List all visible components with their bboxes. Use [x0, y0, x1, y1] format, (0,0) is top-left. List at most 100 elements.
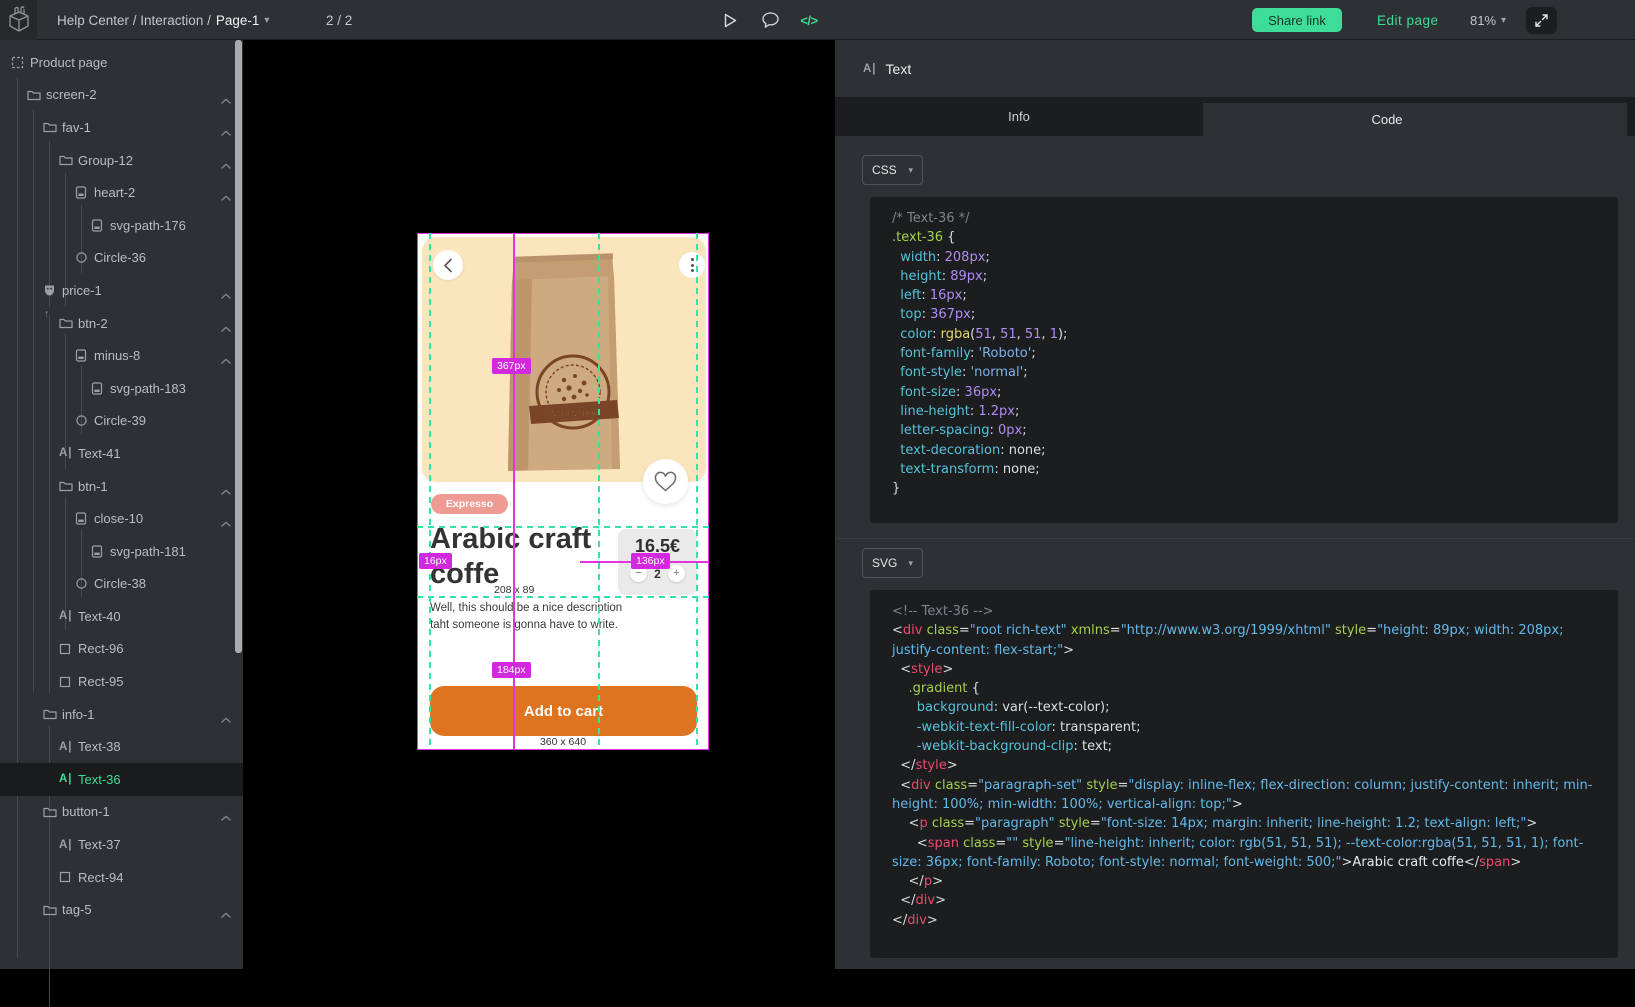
svgfile-icon [75, 512, 94, 525]
circle-icon [75, 414, 94, 427]
product-description-line1: Well, this should be a nice description [430, 600, 622, 617]
chevron-up-icon[interactable] [221, 711, 231, 726]
measure-badge-184: 184px [492, 662, 531, 678]
code-line: height: 89px; [892, 267, 1598, 286]
folder-icon [43, 121, 62, 133]
layer-row-info-1[interactable]: info-1 [0, 698, 243, 731]
chevron-up-icon[interactable] [221, 189, 231, 204]
zoom-level-dropdown[interactable]: 81% ▾ [1470, 0, 1506, 40]
layer-label: svg-path-176 [110, 218, 186, 233]
svg-format-dropdown[interactable]: SVG ▾ [862, 548, 923, 578]
rect-icon [59, 643, 78, 655]
folder-icon [43, 708, 62, 720]
tab-info[interactable]: Info [835, 97, 1203, 136]
kebab-menu-button[interactable] [679, 252, 705, 278]
code-line: left: 16px; [892, 286, 1598, 305]
category-tag[interactable]: Expresso [431, 494, 508, 514]
share-link-button[interactable]: Share link [1252, 8, 1342, 32]
layer-row-rect-96[interactable]: Rect-96 [0, 633, 243, 666]
layer-row-text-36[interactable]: A|Text-36 [0, 763, 243, 796]
layer-label: Text-41 [78, 446, 121, 461]
chevron-up-icon[interactable] [221, 483, 231, 498]
chevron-up-icon[interactable] [221, 287, 231, 302]
layer-row-svg-path-176[interactable]: svg-path-176 [0, 209, 243, 242]
breadcrumb[interactable]: Help Center / Interaction / Page-1 ▾ [57, 0, 269, 40]
layer-label: Product page [30, 55, 107, 70]
comment-button[interactable] [757, 0, 783, 40]
code-line: <!-- Text-36 --> [892, 602, 1598, 621]
css-format-dropdown[interactable]: CSS ▾ [862, 155, 923, 185]
chevron-up-icon[interactable] [221, 157, 231, 172]
layer-row-text-38[interactable]: A|Text-38 [0, 730, 243, 763]
code-line: letter-spacing: 0px; [892, 421, 1598, 440]
quantity-plus-button[interactable]: + [668, 565, 685, 582]
layer-row-price-1[interactable]: price-1 [0, 274, 243, 307]
play-icon [724, 13, 737, 28]
guide-vertical-right [696, 233, 698, 750]
breadcrumb-page-name: Page-1 [216, 13, 260, 28]
play-button[interactable] [717, 0, 743, 40]
layer-row-circle-38[interactable]: Circle-38 [0, 568, 243, 601]
svgfile-icon [91, 219, 110, 232]
chevron-up-icon[interactable] [221, 906, 231, 921]
screen-frame[interactable]: NABI NAHUI Expresso Arabic craft coffe 2… [417, 233, 709, 750]
layer-row-rect-95[interactable]: Rect-95 [0, 665, 243, 698]
code-line: font-size: 36px; [892, 383, 1598, 402]
product-image-card[interactable]: NABI NAHUI [422, 237, 706, 482]
code-line: .gradient { [892, 679, 1598, 698]
chevron-up-icon[interactable] [221, 515, 231, 530]
layer-row-group-12[interactable]: Group-12 [0, 144, 243, 177]
code-line: text-decoration: none; [892, 441, 1598, 460]
code-view-button[interactable]: </> [796, 0, 822, 40]
tab-code[interactable]: Code [1203, 103, 1627, 136]
code-line: text-transform: none; [892, 460, 1598, 479]
favorite-button[interactable] [643, 459, 688, 504]
layer-row-svg-path-183[interactable]: svg-path-183 [0, 372, 243, 405]
svg-code-block[interactable]: <!-- Text-36 --><div class="root rich-te… [870, 590, 1618, 958]
expand-icon [1535, 14, 1548, 27]
layer-row-button-1[interactable]: button-1 [0, 796, 243, 829]
screen-dimensions-label: 360 x 640 [418, 736, 708, 748]
layer-row-fav-1[interactable]: fav-1 [0, 111, 243, 144]
tree-indent-line [49, 922, 50, 1007]
text-icon: A| [59, 773, 78, 785]
code-line: </div> [892, 891, 1598, 910]
app-logo[interactable] [0, 0, 37, 40]
layer-row-rect-94[interactable]: Rect-94 [0, 861, 243, 894]
layer-row-heart-2[interactable]: heart-2 [0, 176, 243, 209]
chevron-up-icon[interactable] [221, 124, 231, 139]
code-line: </p> [892, 872, 1598, 891]
css-code-block[interactable]: /* Text-36 */.text-36 { width: 208px; he… [870, 197, 1618, 523]
code-line: width: 208px; [892, 248, 1598, 267]
layer-row-svg-path-181[interactable]: svg-path-181 [0, 535, 243, 568]
layer-row-circle-39[interactable]: Circle-39 [0, 405, 243, 438]
edit-page-link[interactable]: Edit page [1377, 0, 1439, 40]
code-line: </div> [892, 911, 1598, 930]
chevron-up-icon[interactable] [221, 809, 231, 824]
chevron-up-icon[interactable] [221, 92, 231, 107]
layer-row-btn-2[interactable]: btn-2 [0, 307, 243, 340]
layer-row-text-37[interactable]: A|Text-37 [0, 828, 243, 861]
back-button[interactable] [433, 250, 463, 280]
folder-icon [59, 480, 78, 492]
layer-row-tag-5[interactable]: tag-5 [0, 893, 243, 926]
fullscreen-button[interactable] [1526, 7, 1557, 34]
layer-label: heart-2 [94, 185, 135, 200]
layer-row-circle-36[interactable]: Circle-36 [0, 242, 243, 275]
chevron-down-icon[interactable]: ▾ [264, 15, 269, 26]
layer-row-text-40[interactable]: A|Text-40 [0, 600, 243, 633]
chevron-up-icon[interactable] [221, 352, 231, 367]
add-to-cart-button[interactable]: Add to cart [430, 686, 697, 736]
chevron-up-icon[interactable] [221, 320, 231, 335]
layer-row-minus-8[interactable]: minus-8 [0, 339, 243, 372]
layer-row-close-10[interactable]: close-10 [0, 502, 243, 535]
layer-row-screen-2[interactable]: screen-2 [0, 79, 243, 112]
code-line: top: 367px; [892, 305, 1598, 324]
layer-row-product page[interactable]: Product page [0, 46, 243, 79]
kebab-dot [691, 264, 694, 267]
layer-row-btn-1[interactable]: btn-1 [0, 470, 243, 503]
design-canvas[interactable]: NABI NAHUI Expresso Arabic craft coffe 2… [243, 40, 835, 969]
sidebar-scrollbar[interactable] [235, 40, 242, 653]
code-line: line-height: 1.2px; [892, 402, 1598, 421]
layer-row-text-41[interactable]: A|Text-41 [0, 437, 243, 470]
